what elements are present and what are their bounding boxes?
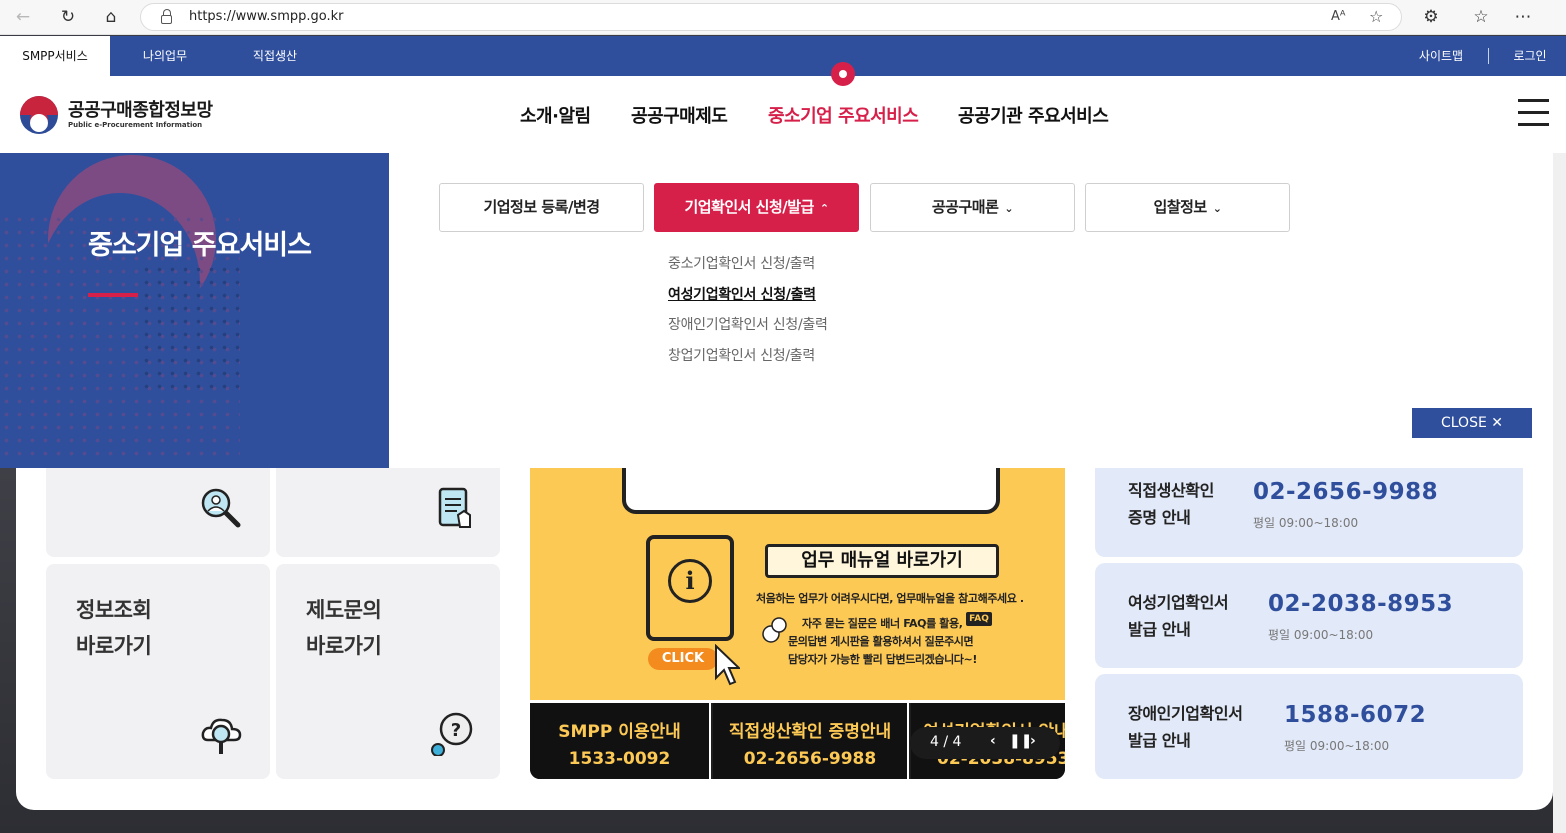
active-menu-indicator (831, 62, 855, 86)
logo-subtitle: Public e-Procurement Information (68, 121, 203, 129)
scrollbar[interactable] (1553, 153, 1566, 833)
decorative-dots-dark (140, 263, 240, 393)
quick-info-title-line1: 정보조회 (76, 598, 152, 622)
contact-phone: 1588-6072 (1284, 702, 1427, 728)
click-badge: CLICK (648, 648, 718, 670)
read-aloud-icon[interactable]: Aᴬ (1331, 9, 1346, 24)
menu-procurement-system[interactable]: 공공구매제도 (631, 102, 728, 128)
thumb-title: 직접생산확인 증명안내 (728, 722, 892, 742)
contact-name-line1: 여성기업확인서 (1128, 593, 1229, 612)
submenu-women-certificate[interactable]: 여성기업확인서 신청/출력 (668, 284, 816, 304)
faq-badge: FAQ (966, 612, 992, 626)
pager-count: 4 / 4 (930, 734, 962, 750)
favorites-icon[interactable]: ☆ (1470, 6, 1492, 28)
svg-text:?: ? (451, 720, 461, 741)
browser-toolbar: ← ↻ ⌂ https://www.smpp.go.kr Aᴬ ☆ ⚙ ☆ ⋯ (0, 0, 1566, 35)
topnav-direct-production[interactable]: 직접생산 (235, 36, 315, 76)
banner-text-line4: 담당자가 가능한 빨리 답변드리겠습니다~! (788, 653, 977, 666)
title-underline (88, 293, 138, 297)
banner-text-line2: 자주 묻는 질문은 배너 FAQ를 활용, (802, 617, 963, 630)
banner-headline-box (622, 468, 1000, 514)
mega-menu-side-panel: 중소기업 주요서비스 (0, 153, 389, 468)
menu-sme-services[interactable]: 중소기업 주요서비스 (768, 102, 919, 128)
quick-link-info-box[interactable]: 정보조회 바로가기 (46, 564, 270, 779)
hamburger-menu-icon[interactable] (1518, 99, 1549, 127)
quick-link-inquiry-box[interactable]: 제도문의 바로가기 ? (276, 564, 500, 779)
contact-women-business[interactable]: 여성기업확인서 발급 안내 02-2038-8953 평일 09:00~18:0… (1095, 563, 1523, 668)
prev-arrow-icon[interactable]: ‹ (990, 733, 996, 749)
magnifier-icon (201, 488, 241, 528)
mobile-phone-icon (438, 487, 471, 528)
manual-shortcut-label[interactable]: 업무 매뉴얼 바로가기 (765, 544, 999, 578)
menu-intro-notice[interactable]: 소개·알림 (520, 102, 591, 128)
contact-name-line1: 장애인기업확인서 (1128, 704, 1243, 723)
contact-name-line2: 발급 안내 (1128, 731, 1191, 750)
tab-label: 입찰정보 (1153, 198, 1208, 216)
contact-phone: 02-2656-9988 (1253, 479, 1439, 505)
contact-name-line2: 증명 안내 (1128, 508, 1191, 527)
tab-label: 공공구매론 (931, 198, 999, 216)
qa-bubble-icon (762, 617, 787, 643)
contact-hours: 평일 09:00~18:00 (1268, 628, 1374, 642)
back-icon[interactable]: ← (12, 6, 34, 28)
contact-name-line2: 발급 안내 (1128, 620, 1191, 639)
submenu-sme-certificate[interactable]: 중소기업확인서 신청/출력 (668, 253, 815, 273)
tab-public-procurement[interactable]: 공공구매론 ⌄ (870, 183, 1075, 232)
contact-hours: 평일 09:00~18:00 (1253, 516, 1359, 530)
topnav-smpp-service[interactable]: SMPP서비스 (0, 36, 110, 76)
quick-info-title-line2: 바로가기 (76, 634, 152, 658)
refresh-icon[interactable]: ↻ (57, 6, 79, 28)
chevron-up-icon: ⌃ (819, 202, 829, 215)
tab-bid-info[interactable]: 입찰정보 ⌄ (1085, 183, 1290, 232)
sitemap-link[interactable]: 사이트맵 (1408, 36, 1474, 76)
address-bar[interactable]: https://www.smpp.go.kr Aᴬ ☆ (140, 3, 1402, 31)
banner-text-line3: 문의답변 게시판을 활용하셔서 질문주시면 (788, 635, 974, 648)
cloud-search-icon (201, 718, 242, 754)
quick-inquiry-title-line2: 바로가기 (306, 634, 382, 658)
mega-menu-section-title: 중소기업 주요서비스 (88, 230, 312, 261)
thumb-phone: 02-2656-9988 (743, 749, 877, 769)
thumb-smpp-guide[interactable]: SMPP 이용안내 1533-0092 (530, 703, 711, 779)
extensions-icon[interactable]: ⚙ (1420, 6, 1442, 28)
question-icon: ? (431, 712, 473, 756)
next-arrow-icon[interactable]: › (1030, 733, 1036, 749)
favorite-star-icon[interactable]: ☆ (1369, 7, 1383, 26)
more-menu-icon[interactable]: ⋯ (1512, 6, 1534, 28)
submenu-disabled-certificate[interactable]: 장애인기업확인서 신청/출력 (668, 314, 828, 334)
tab-label: 기업정보 등록/변경 (483, 198, 600, 216)
manual-book-icon: i (646, 535, 734, 641)
banner-pager: 4 / 4 ‹ ❚❚ › (910, 727, 1060, 759)
tab-certificate-issue[interactable]: 기업확인서 신청/발급 ⌃ (654, 183, 859, 232)
contact-disabled-business[interactable]: 장애인기업확인서 발급 안내 1588-6072 평일 09:00~18:00 (1095, 674, 1523, 779)
url-text: https://www.smpp.go.kr (189, 9, 344, 24)
thumb-title: SMPP 이용안내 (558, 722, 681, 742)
quick-inquiry-title-line1: 제도문의 (306, 598, 382, 622)
top-navigation: SMPP서비스 나의업무 직접생산 사이트맵 로그인 (0, 36, 1566, 76)
login-link[interactable]: 로그인 (1502, 36, 1558, 76)
thumb-phone: 1533-0092 (568, 749, 671, 769)
banner-text-line1: 처음하는 업무가 어려우시다면, 업무매뉴얼을 참고해주세요 . (756, 592, 1024, 605)
close-button[interactable]: CLOSE ✕ (1412, 408, 1532, 438)
tab-company-info[interactable]: 기업정보 등록/변경 (439, 183, 644, 232)
thumb-direct-production[interactable]: 직접생산확인 증명안내 02-2656-9988 (713, 703, 909, 779)
home-icon[interactable]: ⌂ (100, 6, 122, 28)
menu-public-agency-services[interactable]: 공공기관 주요서비스 (958, 102, 1109, 128)
promo-banner[interactable]: i 업무 매뉴얼 바로가기 처음하는 업무가 어려우시다면, 업무매뉴얼을 참고… (530, 468, 1065, 700)
topnav-my-work[interactable]: 나의업무 (125, 36, 205, 76)
contact-phone: 02-2038-8953 (1268, 591, 1454, 617)
mega-menu-panel: 기업정보 등록/변경 기업확인서 신청/발급 ⌃ 공공구매론 ⌄ 입찰정보 ⌄ 중소기… (389, 153, 1566, 468)
logo-title[interactable]: 공공구매종합정보망 (68, 96, 213, 122)
tab-label: 기업확인서 신청/발급 (684, 198, 814, 216)
pause-icon[interactable]: ❚❚ (1009, 733, 1032, 749)
contact-name-line1: 직접생산확인 (1128, 481, 1214, 500)
submenu-startup-certificate[interactable]: 창업기업확인서 신청/출력 (668, 345, 815, 365)
government-logo-icon[interactable] (20, 96, 58, 134)
topnav-divider (1488, 48, 1489, 64)
lock-icon (161, 9, 172, 24)
cursor-icon (715, 644, 740, 686)
contact-hours: 평일 09:00~18:00 (1284, 739, 1390, 753)
chevron-down-icon: ⌄ (1212, 202, 1222, 215)
chevron-down-icon: ⌄ (1004, 202, 1014, 215)
site-header: 공공구매종합정보망 Public e-Procurement Informati… (0, 76, 1566, 153)
